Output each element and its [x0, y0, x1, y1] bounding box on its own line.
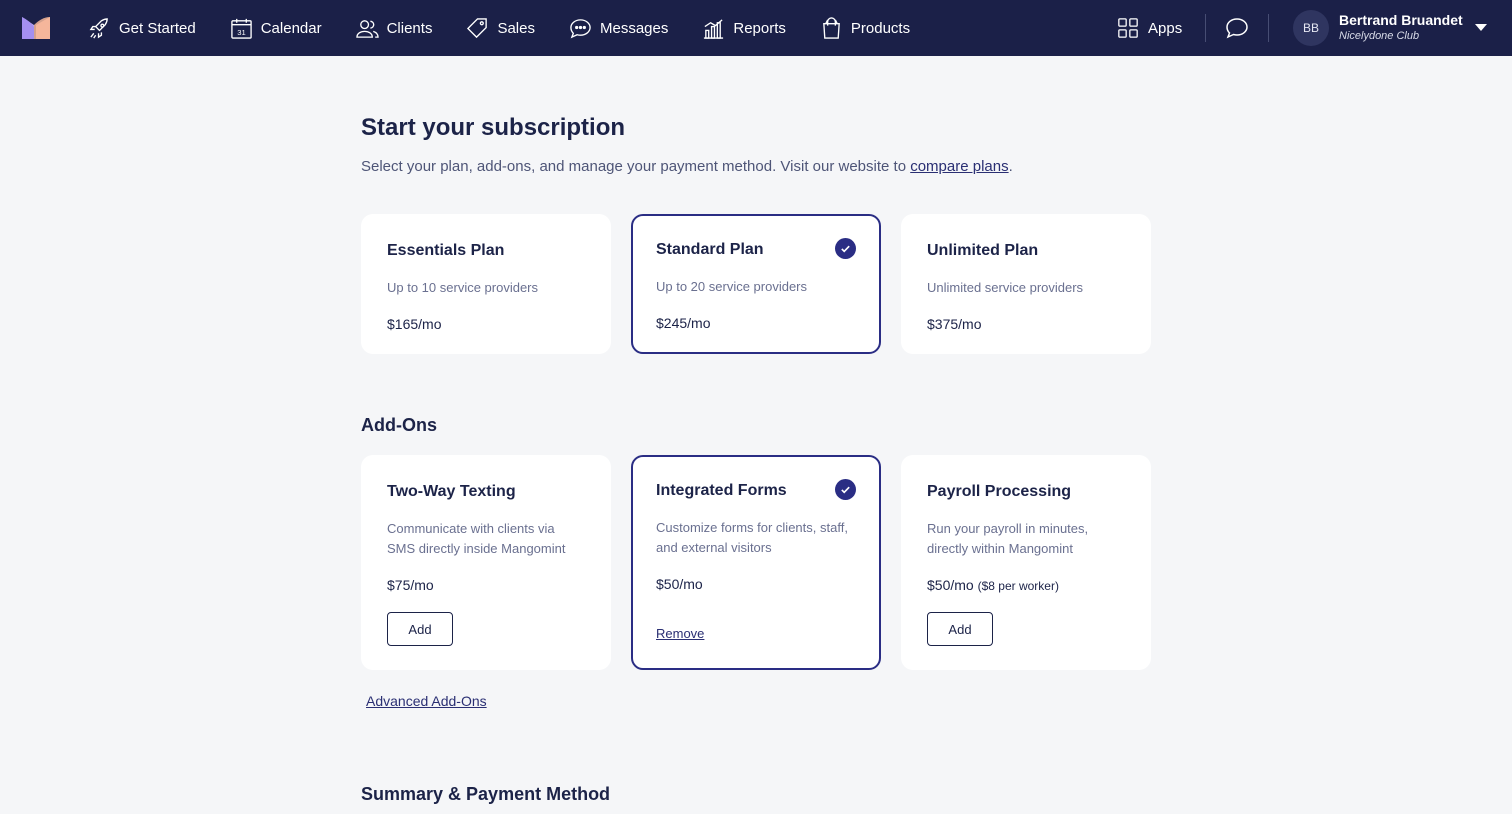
plan-card-essentials[interactable]: Essentials Plan Up to 10 service provide…	[361, 214, 611, 354]
plan-card-unlimited[interactable]: Unlimited Plan Unlimited service provide…	[901, 214, 1151, 354]
apps-button[interactable]: Apps	[1117, 0, 1182, 56]
apps-label: Apps	[1148, 19, 1183, 37]
compare-plans-link[interactable]: compare plans	[910, 158, 1008, 175]
nav-messages[interactable]: Messages	[569, 0, 668, 56]
rocket-icon	[89, 17, 108, 38]
plan-name: Standard Plan	[656, 241, 764, 258]
plan-description: Up to 10 service providers	[387, 280, 539, 295]
nav-clients[interactable]: Clients	[355, 0, 433, 56]
nav-divider	[1268, 14, 1269, 42]
addon-price: $75/mo	[387, 577, 434, 593]
page-title: Start your subscription	[361, 114, 626, 141]
mangomint-logo-icon[interactable]	[22, 17, 50, 39]
nav-reports[interactable]: Reports	[702, 0, 786, 56]
add-payroll-processing-button[interactable]: Add	[927, 612, 993, 646]
addon-name: Two-Way Texting	[387, 483, 516, 500]
check-icon	[835, 238, 856, 259]
nav-label: Products	[850, 19, 911, 37]
addon-description: Communicate with clients via SMS directl…	[387, 521, 566, 556]
add-two-way-texting-button[interactable]: Add	[387, 612, 453, 646]
avatar[interactable]: BB	[1293, 10, 1329, 46]
plan-card-standard[interactable]: Standard Plan Up to 20 service providers…	[631, 214, 881, 354]
chat-icon[interactable]	[1225, 16, 1249, 40]
plan-price: $165/mo	[387, 316, 442, 332]
nav-label: Calendar	[260, 19, 322, 37]
svg-text:31: 31	[237, 28, 246, 37]
subtitle-text: Select your plan, add-ons, and manage yo…	[361, 158, 911, 175]
addon-name: Integrated Forms	[656, 482, 787, 499]
addon-description: Run your payroll in minutes, directly wi…	[927, 521, 1089, 556]
plan-description: Up to 20 service providers	[656, 279, 808, 294]
addon-description: Customize forms for clients, staff, and …	[656, 520, 848, 555]
nav-label: Messages	[599, 19, 669, 37]
nav-label: Get Started	[119, 19, 196, 37]
nav-sales[interactable]: Sales	[466, 0, 535, 56]
calendar-icon: 31	[230, 18, 252, 39]
addon-price-value: $50/mo	[927, 577, 974, 593]
page-subtitle: Select your plan, add-ons, and manage yo…	[361, 158, 1013, 175]
addon-card-two-way-texting: Two-Way Texting Communicate with clients…	[361, 455, 611, 670]
shopping-bag-icon	[823, 16, 840, 39]
nav-get-started[interactable]: Get Started	[88, 0, 196, 56]
nav-label: Sales	[497, 19, 535, 37]
addon-price-note: ($8 per worker)	[977, 579, 1059, 593]
remove-integrated-forms-link[interactable]: Remove	[656, 626, 704, 641]
chevron-down-icon[interactable]	[1475, 24, 1487, 31]
tag-icon	[467, 17, 488, 38]
nav-products[interactable]: Products	[820, 0, 910, 56]
user-name: Bertrand Bruandet	[1339, 12, 1463, 28]
addon-price: $50/mo ($8 per worker)	[927, 577, 1059, 593]
subtitle-suffix: .	[1008, 158, 1013, 175]
nav-label: Reports	[733, 19, 786, 37]
chat-bubble-icon	[570, 18, 591, 38]
check-icon	[835, 479, 856, 500]
plan-price: $245/mo	[656, 315, 711, 331]
grid-icon	[1118, 18, 1138, 38]
addons-heading: Add-Ons	[361, 415, 437, 435]
addon-price: $50/mo	[656, 576, 703, 592]
users-icon	[355, 19, 379, 38]
plan-price: $375/mo	[927, 316, 982, 332]
addon-card-integrated-forms: Integrated Forms Customize forms for cli…	[631, 455, 881, 670]
plan-description: Unlimited service providers	[927, 280, 1084, 295]
advanced-addons-link[interactable]: Advanced Add-Ons	[366, 693, 487, 709]
plan-name: Essentials Plan	[387, 242, 505, 259]
user-club: Nicelydone Club	[1339, 30, 1420, 42]
top-navigation-bar: Get Started 31 Calendar Clients Sales Me…	[0, 0, 1512, 56]
nav-label: Clients	[386, 19, 433, 37]
nav-calendar[interactable]: 31 Calendar	[230, 0, 322, 56]
addon-name: Payroll Processing	[927, 483, 1072, 500]
plan-name: Unlimited Plan	[927, 242, 1039, 259]
bar-chart-icon	[704, 18, 724, 39]
summary-heading: Summary & Payment Method	[361, 784, 611, 804]
nav-divider	[1205, 14, 1206, 42]
user-menu[interactable]: Bertrand Bruandet Nicelydone Club	[1339, 12, 1463, 43]
main-nav: Get Started 31 Calendar Clients Sales Me…	[88, 0, 944, 56]
addon-card-payroll-processing: Payroll Processing Run your payroll in m…	[901, 455, 1151, 670]
